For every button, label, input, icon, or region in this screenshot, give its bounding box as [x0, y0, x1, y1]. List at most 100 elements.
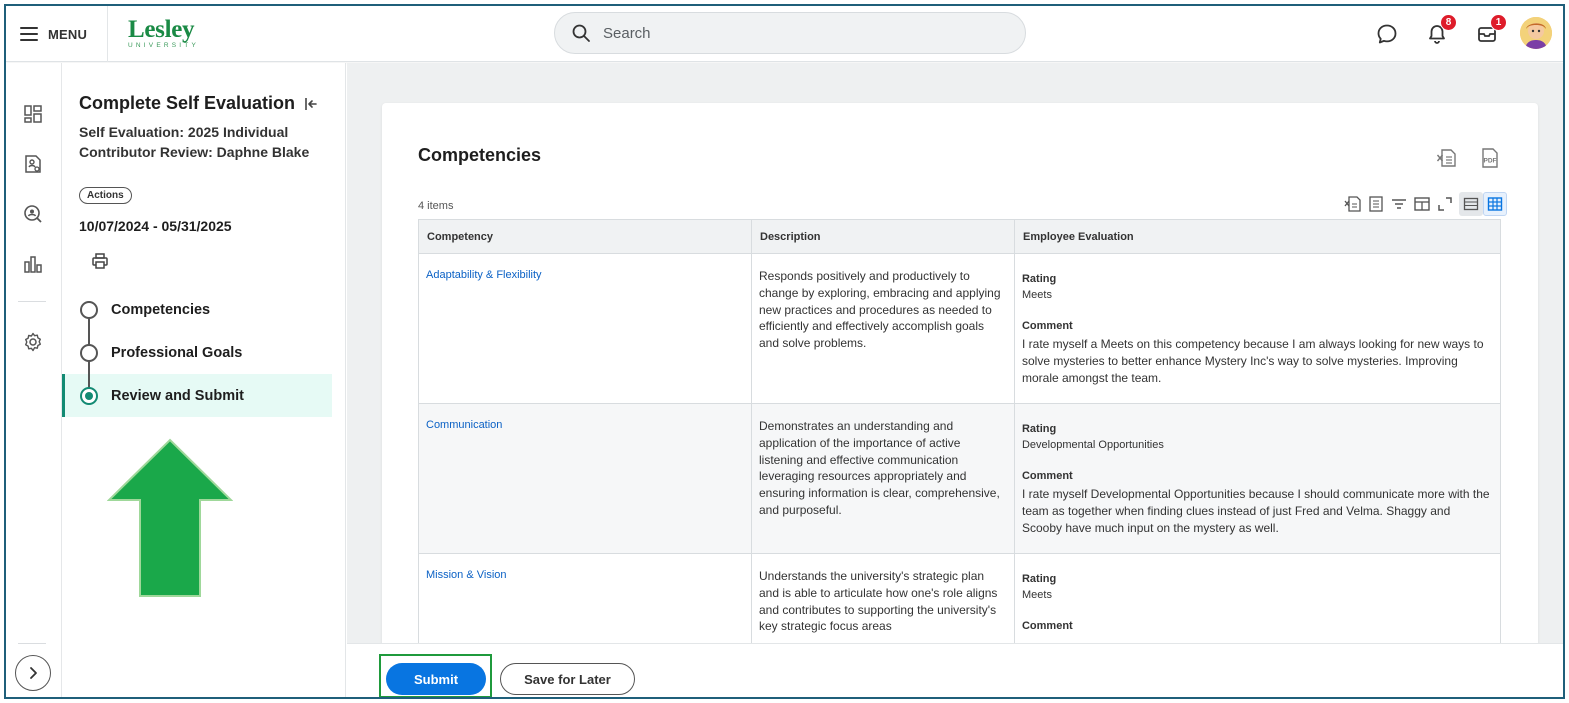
inbox-badge: 1 [1490, 14, 1507, 31]
columns-button[interactable] [1411, 193, 1433, 215]
review-date-range: 10/07/2024 - 05/31/2025 [79, 218, 232, 234]
rating-value: Meets [1021, 289, 1052, 301]
search-person-icon[interactable] [22, 203, 44, 225]
competency-link[interactable]: Mission & Vision [426, 569, 507, 581]
comment-label: Comment [1021, 320, 1073, 332]
comment-label: Comment [1021, 620, 1073, 632]
grid-view-button[interactable] [1459, 192, 1483, 216]
expand-nav-button[interactable] [15, 655, 51, 691]
step-review-and-submit[interactable]: Review and Submit [62, 374, 332, 417]
step-label: Competencies [111, 301, 211, 318]
inbox-button[interactable]: 1 [1473, 14, 1507, 48]
description-cell: Responds positively and productively to … [751, 253, 1015, 404]
rating-value: Developmental Opportunities [1021, 439, 1164, 451]
chat-button[interactable] [1373, 20, 1401, 48]
task-panel: Complete Self Evaluation Self Evaluation… [62, 63, 346, 697]
competency-description: Responds positively and productively to … [759, 269, 1001, 351]
table-row: Mission & Vision Understands the univers… [418, 553, 1502, 645]
table-view-icon [1487, 197, 1503, 211]
search-bar[interactable] [554, 12, 1026, 54]
columns-icon [1414, 197, 1430, 211]
avatar-icon [1520, 17, 1552, 49]
collapse-panel-icon[interactable] [302, 95, 320, 113]
comment-label: Comment [1021, 470, 1073, 482]
competency-cell: Communication [418, 403, 752, 554]
header-divider [107, 6, 108, 62]
logo-name: Lesley [128, 16, 195, 43]
filter-icon [1392, 199, 1406, 209]
bar-chart-icon[interactable] [22, 253, 44, 275]
fullscreen-button[interactable] [1434, 193, 1456, 215]
description-cell: Understands the university's strategic p… [751, 553, 1015, 645]
avatar[interactable] [1520, 17, 1552, 49]
rail-divider-bottom [18, 643, 46, 644]
competency-link[interactable]: Communication [426, 419, 502, 431]
step-list: Competencies Professional Goals Review a… [62, 288, 332, 417]
competency-link[interactable]: Adaptability & Flexibility [426, 269, 542, 281]
step-competencies[interactable]: Competencies [62, 288, 332, 331]
table-view-button[interactable] [1483, 192, 1507, 216]
left-nav-rail [6, 63, 62, 697]
evaluation-cell: Rating Meets Comment I rate myself a Mee… [1013, 253, 1502, 404]
step-label: Professional Goals [111, 344, 243, 361]
competencies-card: Competencies PDF 4 items Competency Desc… [382, 103, 1538, 663]
export-pdf-button[interactable] [1365, 193, 1387, 215]
pdf-export-icon[interactable]: PDF [1479, 147, 1501, 169]
grid-view-icon [1463, 197, 1479, 211]
panel-title: Complete Self Evaluation [79, 93, 296, 113]
export-excel-button[interactable] [1342, 193, 1364, 215]
svg-text:PDF: PDF [1484, 158, 1497, 165]
column-header[interactable]: Description [751, 219, 1015, 254]
gear-icon[interactable] [22, 331, 44, 353]
section-title: Competencies [418, 145, 542, 165]
rating-label: Rating [1021, 273, 1057, 285]
chat-icon [1377, 24, 1397, 44]
submit-button[interactable]: Submit [386, 663, 486, 695]
action-footer: Submit Save for Later [347, 643, 1563, 697]
description-cell: Demonstrates an understanding and applic… [751, 403, 1015, 554]
competencies-table: Competency Description Employee Evaluati… [418, 219, 1502, 645]
table-header-row: Competency Description Employee Evaluati… [418, 219, 1502, 254]
profile-document-icon[interactable] [22, 153, 44, 175]
logo-subtitle: UNIVERSITY [128, 42, 200, 49]
rating-value: Meets [1021, 589, 1052, 601]
table-row: Communication Demonstrates an understand… [418, 403, 1502, 554]
save-for-later-button[interactable]: Save for Later [500, 663, 635, 695]
rail-divider [18, 301, 46, 302]
menu-button[interactable]: MENU [20, 22, 87, 46]
panel-subtitle: Self Evaluation: 2025 Individual Contrib… [79, 124, 310, 160]
search-input[interactable] [603, 24, 983, 42]
excel-export-icon[interactable] [1436, 147, 1458, 169]
actions-button[interactable]: Actions [79, 187, 132, 204]
filter-button[interactable] [1388, 193, 1410, 215]
chevron-right-icon [30, 667, 37, 679]
rating-label: Rating [1021, 423, 1057, 435]
rating-label: Rating [1021, 573, 1057, 585]
step-circle [80, 343, 98, 362]
print-icon[interactable] [91, 252, 109, 270]
notifications-button[interactable]: 8 [1423, 14, 1457, 48]
step-circle [80, 300, 98, 319]
dashboard-icon[interactable] [22, 103, 44, 125]
top-header: MENU Lesley UNIVERSITY 8 1 [6, 6, 1563, 62]
step-circle-active [80, 386, 98, 405]
green-arrow-up-icon [107, 438, 233, 597]
lesley-logo[interactable]: Lesley UNIVERSITY [128, 16, 200, 50]
comment-text: I rate myself Developmental Opportunitie… [1021, 487, 1490, 535]
competency-cell: Mission & Vision [418, 553, 752, 645]
column-header[interactable]: Employee Evaluation [1013, 219, 1502, 254]
items-count: 4 items [418, 200, 454, 212]
table-toolbar [1342, 191, 1507, 217]
document-icon [1369, 196, 1383, 212]
main-content: Competencies PDF 4 items Competency Desc… [347, 63, 1563, 663]
step-professional-goals[interactable]: Professional Goals [62, 331, 332, 374]
excel-icon [1344, 196, 1361, 212]
column-header[interactable]: Competency [418, 219, 752, 254]
evaluation-cell: Rating Developmental Opportunities Comme… [1013, 403, 1502, 554]
step-label: Review and Submit [111, 387, 244, 404]
competency-description: Understands the university's strategic p… [759, 569, 998, 634]
table-row: Adaptability & Flexibility Responds posi… [418, 253, 1502, 404]
app-window: MENU Lesley UNIVERSITY 8 1 [4, 4, 1565, 699]
competency-cell: Adaptability & Flexibility [418, 253, 752, 404]
menu-icon [20, 27, 38, 41]
